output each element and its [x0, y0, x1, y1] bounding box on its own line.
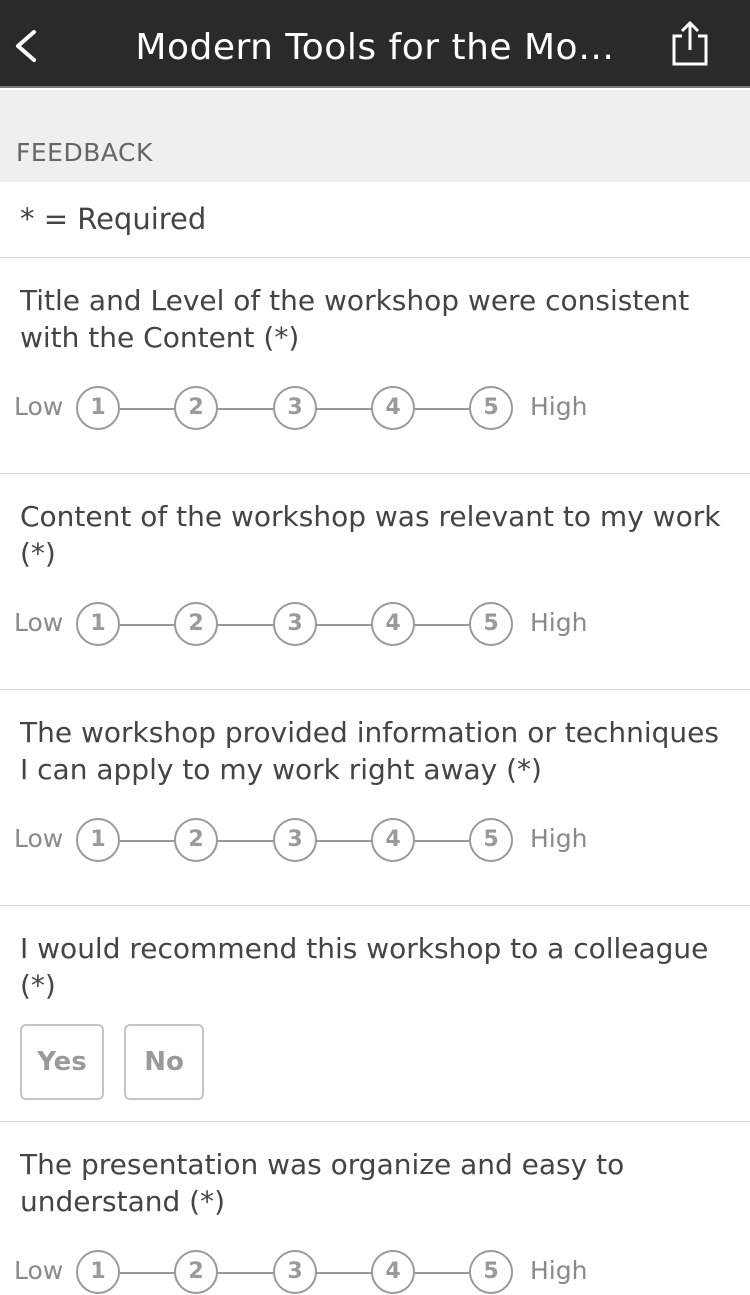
question-2: Content of the workshop was relevant to …	[0, 474, 750, 690]
rating-option-4[interactable]: 4	[371, 386, 415, 430]
rating-option-3[interactable]: 3	[273, 602, 317, 646]
question-text: Content of the workshop was relevant to …	[20, 500, 721, 570]
question-text: The presentation was organize and easy t…	[20, 1148, 625, 1218]
rating-option-2[interactable]: 2	[174, 386, 218, 430]
rating-option-5[interactable]: 5	[469, 1250, 513, 1294]
rating-low-label: Low	[14, 1256, 64, 1285]
rating-scale: Low 1 2 3 4 5 High	[14, 602, 614, 648]
rating-option-3[interactable]: 3	[273, 386, 317, 430]
rating-option-5[interactable]: 5	[469, 818, 513, 862]
rating-option-4[interactable]: 4	[371, 602, 415, 646]
rating-option-4[interactable]: 4	[371, 818, 415, 862]
required-note-row: * = Required	[0, 182, 750, 258]
rating-low-label: Low	[14, 824, 64, 853]
rating-option-5[interactable]: 5	[469, 602, 513, 646]
rating-high-label: High	[530, 608, 588, 637]
yes-button[interactable]: Yes	[20, 1024, 104, 1100]
rating-scale: Low 1 2 3 4 5 High	[14, 1250, 614, 1295]
share-icon	[672, 20, 708, 66]
back-button[interactable]	[8, 22, 48, 70]
rating-option-5[interactable]: 5	[469, 386, 513, 430]
rating-option-1[interactable]: 1	[76, 602, 120, 646]
rating-option-3[interactable]: 3	[273, 1250, 317, 1294]
question-text: The workshop provided information or tec…	[20, 716, 719, 786]
rating-high-label: High	[530, 1256, 588, 1285]
rating-option-2[interactable]: 2	[174, 1250, 218, 1294]
share-button[interactable]	[668, 18, 712, 70]
question-4: I would recommend this workshop to a col…	[0, 906, 750, 1122]
rating-high-label: High	[530, 824, 588, 853]
rating-option-2[interactable]: 2	[174, 602, 218, 646]
chevron-left-icon	[16, 30, 36, 62]
question-3: The workshop provided information or tec…	[0, 690, 750, 906]
question-text: I would recommend this workshop to a col…	[20, 932, 709, 1002]
page-title: Modern Tools for the Mo…	[135, 27, 615, 68]
rating-low-label: Low	[14, 608, 64, 637]
rating-option-1[interactable]: 1	[76, 1250, 120, 1294]
question-1: Title and Level of the workshop were con…	[0, 258, 750, 474]
question-5: The presentation was organize and easy t…	[0, 1122, 750, 1295]
section-header-label: FEEDBACK	[16, 138, 153, 167]
rating-scale: Low 1 2 3 4 5 High	[14, 386, 614, 432]
rating-option-1[interactable]: 1	[76, 818, 120, 862]
rating-scale: Low 1 2 3 4 5 High	[14, 818, 614, 864]
rating-option-1[interactable]: 1	[76, 386, 120, 430]
required-note: * = Required	[20, 202, 207, 236]
no-button[interactable]: No	[124, 1024, 204, 1100]
rating-option-2[interactable]: 2	[174, 818, 218, 862]
rating-option-4[interactable]: 4	[371, 1250, 415, 1294]
rating-high-label: High	[530, 392, 588, 421]
section-header: FEEDBACK	[0, 90, 750, 182]
question-text: Title and Level of the workshop were con…	[20, 284, 690, 354]
rating-low-label: Low	[14, 392, 64, 421]
navigation-bar: Modern Tools for the Mo…	[0, 0, 750, 88]
rating-option-3[interactable]: 3	[273, 818, 317, 862]
